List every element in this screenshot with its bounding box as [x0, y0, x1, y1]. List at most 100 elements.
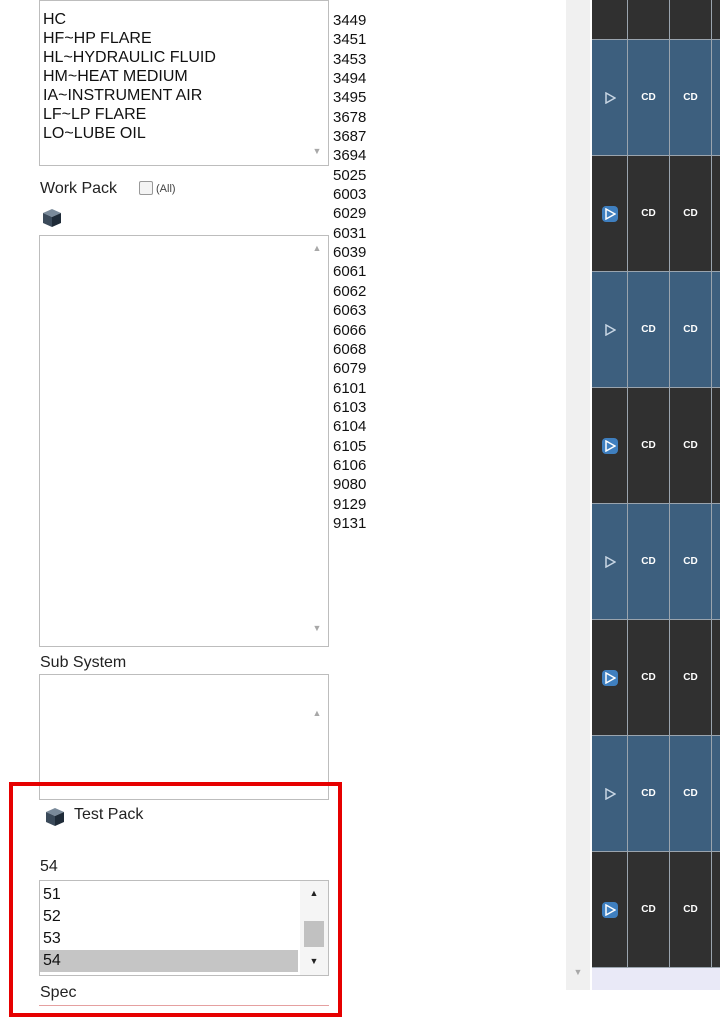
- grid-action-cell[interactable]: [592, 156, 628, 271]
- number-list-item[interactable]: 6104: [330, 417, 366, 436]
- grid-row[interactable]: CD CD: [592, 156, 720, 272]
- grid-action-cell[interactable]: [592, 736, 628, 851]
- play-icon[interactable]: [602, 90, 618, 106]
- grid-row[interactable]: CD CD: [592, 736, 720, 852]
- grid-action-cell[interactable]: [592, 0, 628, 39]
- grid-cell-cd: CD: [628, 272, 670, 387]
- scroll-down-icon[interactable]: ▼: [310, 145, 324, 157]
- grid-action-cell[interactable]: [592, 272, 628, 387]
- work-pack-all-checkbox[interactable]: [139, 181, 153, 195]
- number-list-item[interactable]: 6061: [330, 262, 366, 281]
- play-triangle-icon: [604, 439, 616, 452]
- grid-cell-cd: CD: [670, 852, 712, 967]
- work-pack-listbox[interactable]: ▲ ▼: [39, 235, 329, 647]
- grid-cell-cd: CD: [670, 156, 712, 271]
- grid-action-cell[interactable]: [592, 40, 628, 155]
- fluid-list-item[interactable]: HM~HEAT MEDIUM: [40, 67, 310, 86]
- grid-cell-cd: CD: [628, 156, 670, 271]
- work-pack-all-label: (All): [156, 183, 176, 195]
- number-list-item[interactable]: 3687: [330, 127, 366, 146]
- play-triangle-icon: [604, 671, 616, 684]
- number-list-item[interactable]: 6103: [330, 398, 366, 417]
- grid-action-cell[interactable]: [592, 620, 628, 735]
- play-icon[interactable]: [602, 554, 618, 570]
- grid-action-cell[interactable]: [592, 504, 628, 619]
- play-icon[interactable]: [601, 205, 618, 222]
- grid-cell-cd: CD: [628, 852, 670, 967]
- grid-row[interactable]: [592, 0, 720, 40]
- play-icon[interactable]: [602, 786, 618, 802]
- grid-cell: [712, 388, 720, 503]
- fluid-list-items: HC HF~HP FLARE HL~HYDRAULIC FLUID HM~HEAT M…: [40, 10, 310, 143]
- scroll-down-icon[interactable]: ▼: [310, 622, 324, 634]
- number-list-item[interactable]: 6029: [330, 204, 366, 223]
- number-list-item[interactable]: 6066: [330, 321, 366, 340]
- fluid-list-item[interactable]: HF~HP FLARE: [40, 29, 310, 48]
- number-list-item[interactable]: 6079: [330, 359, 366, 378]
- number-list-item[interactable]: 6039: [330, 243, 366, 262]
- number-list-item[interactable]: 6031: [330, 224, 366, 243]
- number-list-item[interactable]: 3678: [330, 108, 366, 127]
- grid-row[interactable]: CD CD: [592, 852, 720, 968]
- grid-cell-cd: CD: [670, 620, 712, 735]
- vertical-scrollbar[interactable]: ▼: [566, 0, 590, 990]
- grid-cell-cd: CD: [628, 388, 670, 503]
- grid-cell: [712, 0, 720, 39]
- grid-cell: [712, 156, 720, 271]
- grid-row[interactable]: CD CD: [592, 388, 720, 504]
- play-icon[interactable]: [601, 669, 618, 686]
- grid-cell-cd: CD: [670, 504, 712, 619]
- number-list-item[interactable]: 6068: [330, 340, 366, 359]
- number-list-item[interactable]: 3494: [330, 69, 366, 88]
- play-icon[interactable]: [602, 322, 618, 338]
- number-list-item[interactable]: 9080: [330, 475, 366, 494]
- grid-cell: [712, 736, 720, 851]
- grid-action-cell[interactable]: [592, 852, 628, 967]
- sub-system-label: Sub System: [40, 654, 127, 671]
- grid-cell: [712, 40, 720, 155]
- grid-action-cell[interactable]: [592, 388, 628, 503]
- grid-footer: [592, 968, 720, 990]
- number-list-item[interactable]: 6105: [330, 437, 366, 456]
- cube-icon[interactable]: [41, 207, 63, 229]
- number-list-item[interactable]: 9131: [330, 514, 366, 533]
- fluid-list-item[interactable]: HC: [40, 10, 310, 29]
- number-list-item[interactable]: 3451: [330, 30, 366, 49]
- number-list-item[interactable]: 3453: [330, 50, 366, 69]
- fluid-listbox[interactable]: HC HF~HP FLARE HL~HYDRAULIC FLUID HM~HEAT M…: [39, 0, 329, 166]
- number-list-item[interactable]: 6106: [330, 456, 366, 475]
- scroll-up-icon[interactable]: ▲: [310, 242, 324, 254]
- number-list-item[interactable]: 6101: [330, 379, 366, 398]
- fluid-list-item[interactable]: IA~INSTRUMENT AIR: [40, 86, 310, 105]
- number-list-item[interactable]: 3495: [330, 88, 366, 107]
- data-grid[interactable]: CD CD CD CD CD CD CD CD CD CD CD CD CD CD CD CD: [592, 0, 720, 968]
- grid-cell: [712, 620, 720, 735]
- grid-row[interactable]: CD CD: [592, 40, 720, 156]
- grid-cell-cd: CD: [628, 736, 670, 851]
- grid-cell: [712, 272, 720, 387]
- play-icon[interactable]: [601, 437, 618, 454]
- scroll-down-icon[interactable]: ▼: [571, 966, 585, 978]
- grid-cell: [712, 504, 720, 619]
- fluid-list-item[interactable]: LF~LP FLARE: [40, 105, 310, 124]
- fluid-list-item[interactable]: LO~LUBE OIL: [40, 124, 310, 143]
- grid-row[interactable]: CD CD: [592, 272, 720, 388]
- number-list-items: 3449 3451 3453 3494 3495 3678 3687 3694 5025 6003…: [330, 11, 366, 533]
- number-list-item[interactable]: 3449: [330, 11, 366, 30]
- scroll-up-icon[interactable]: ▲: [310, 707, 324, 719]
- number-list-item[interactable]: 6062: [330, 282, 366, 301]
- number-list-item[interactable]: 3694: [330, 146, 366, 165]
- grid-cell-cd: CD: [670, 40, 712, 155]
- number-list[interactable]: 3449 3451 3453 3494 3495 3678 3687 3694 5025 6003…: [330, 0, 567, 990]
- grid-row[interactable]: CD CD: [592, 504, 720, 620]
- grid-cell-cd: CD: [628, 40, 670, 155]
- grid-cell: [712, 852, 720, 967]
- number-list-item[interactable]: 6003: [330, 185, 366, 204]
- number-list-item[interactable]: 6063: [330, 301, 366, 320]
- play-triangle-icon: [604, 787, 616, 800]
- grid-row[interactable]: CD CD: [592, 620, 720, 736]
- fluid-list-item[interactable]: HL~HYDRAULIC FLUID: [40, 48, 310, 67]
- play-icon[interactable]: [601, 901, 618, 918]
- number-list-item[interactable]: 5025: [330, 166, 366, 185]
- number-list-item[interactable]: 9129: [330, 495, 366, 514]
